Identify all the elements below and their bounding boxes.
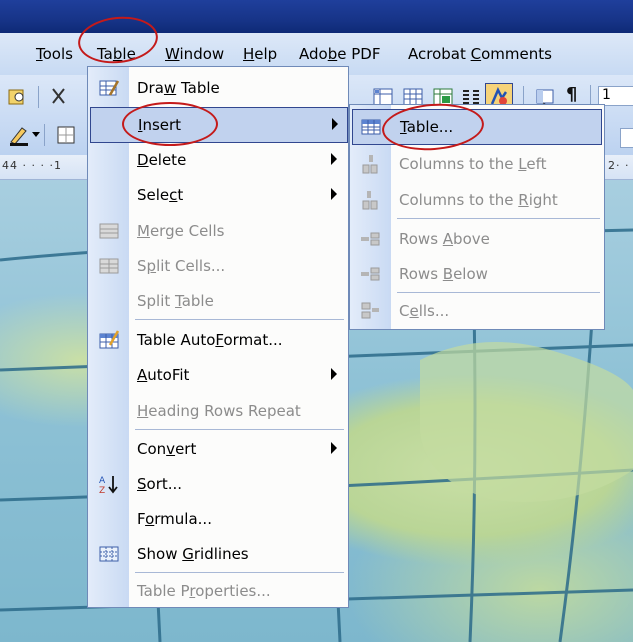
ruler-left-marks: 44 · · · ·1: [2, 159, 62, 172]
menu-label: Rows Above: [399, 230, 490, 248]
menu-label: Select: [137, 186, 184, 204]
split-cells-icon: [99, 258, 119, 274]
menu-label: Table Properties...: [137, 582, 271, 600]
menu-label: Draw Table: [137, 79, 220, 97]
columns-left-icon: [362, 155, 378, 174]
menu-item-sort[interactable]: A Z Sort...: [88, 466, 348, 502]
submenu-item-columns-left[interactable]: Columns to the Left: [350, 146, 604, 182]
menu-separator: [397, 218, 600, 219]
table-menu: Draw Table Insert Delete Select Merge Ce…: [87, 66, 349, 608]
draw-pencil-icon[interactable]: [8, 124, 30, 146]
menu-label: Convert: [137, 440, 197, 458]
submenu-arrow-icon: [332, 118, 338, 130]
submenu-item-rows-above[interactable]: Rows Above: [350, 221, 604, 257]
toolbar-separator: [38, 86, 39, 108]
research-icon[interactable]: [6, 86, 28, 108]
menu-label: Merge Cells: [137, 222, 225, 240]
submenu-item-cells[interactable]: Cells...: [350, 293, 604, 329]
menu-item-table-autoformat[interactable]: Table AutoFormat...: [88, 322, 348, 358]
menu-label: Heading Rows Repeat: [137, 402, 301, 420]
menu-label: Cells...: [399, 302, 450, 320]
columns-right-icon: [362, 191, 378, 210]
menu-separator: [135, 319, 344, 320]
menu-item-autofit[interactable]: AutoFit: [88, 357, 348, 393]
menu-label: Split Table: [137, 292, 214, 310]
menu-item-delete[interactable]: Delete: [88, 142, 348, 178]
menu-label: Split Cells...: [137, 257, 226, 275]
svg-text:A: A: [99, 476, 106, 486]
menu-separator: [135, 429, 344, 430]
menu-item-table-properties[interactable]: Table Properties...: [88, 573, 348, 609]
menu-item-split-table[interactable]: Split Table: [88, 283, 348, 319]
menu-item-formula[interactable]: Formula...: [88, 501, 348, 537]
menu-label: Delete: [137, 151, 187, 169]
sort-icon: A Z: [99, 476, 118, 495]
menu-item-merge-cells[interactable]: Merge Cells: [88, 213, 348, 249]
menu-window[interactable]: Window: [165, 45, 224, 63]
menu-acrobat-comments[interactable]: Acrobat Comments: [408, 45, 552, 63]
svg-text:Z: Z: [99, 486, 105, 495]
gridlines-icon: [99, 546, 119, 562]
menu-label: Sort...: [137, 475, 183, 493]
menu-item-select[interactable]: Select: [88, 177, 348, 213]
menu-help[interactable]: Help: [243, 45, 277, 63]
cells-icon: [361, 302, 379, 319]
menu-item-split-cells[interactable]: Split Cells...: [88, 248, 348, 284]
toolbar-field[interactable]: [620, 128, 633, 148]
menu-item-convert[interactable]: Convert: [88, 431, 348, 467]
submenu-arrow-icon: [331, 188, 337, 200]
merge-cells-icon: [99, 223, 119, 239]
submenu-arrow-icon: [331, 153, 337, 165]
draw-table-icon: [99, 80, 120, 96]
show-hide-formatting-icon[interactable]: ¶: [566, 84, 577, 105]
autoformat-icon: [99, 330, 120, 349]
submenu-item-columns-right[interactable]: Columns to the Right: [350, 182, 604, 218]
menu-item-draw-table[interactable]: Draw Table: [88, 70, 348, 106]
menu-label: Columns to the Left: [399, 155, 547, 173]
chevron-down-icon[interactable]: [32, 132, 40, 137]
menu-label: Show Gridlines: [137, 545, 249, 563]
borders-icon[interactable]: [55, 124, 77, 146]
menu-item-heading-rows-repeat[interactable]: Heading Rows Repeat: [88, 393, 348, 429]
insert-table-icon: [361, 119, 381, 135]
submenu-arrow-icon: [331, 442, 337, 454]
menu-label: AutoFit: [137, 366, 190, 384]
submenu-item-rows-below[interactable]: Rows Below: [350, 256, 604, 292]
rows-below-icon: [361, 267, 380, 281]
submenu-arrow-icon: [331, 368, 337, 380]
word-window: Tools Table Window Help Adobe PDF Acroba…: [0, 0, 633, 642]
menu-label: Rows Below: [399, 265, 488, 283]
menu-label: Table AutoFormat...: [137, 331, 283, 349]
toolbar-separator: [44, 124, 45, 146]
menu-tools[interactable]: Tools: [36, 45, 73, 63]
zoom-value: 1: [602, 87, 611, 103]
menu-label: Columns to the Right: [399, 191, 558, 209]
menu-adobe-pdf[interactable]: Adobe PDF: [299, 45, 380, 63]
menu-item-show-gridlines[interactable]: Show Gridlines: [88, 536, 348, 572]
ruler-right-marks: 2· ·: [608, 159, 630, 172]
cut-icon[interactable]: [48, 86, 70, 108]
menu-label: Formula...: [137, 510, 212, 528]
rows-above-icon: [361, 232, 380, 246]
annotation-circle-insert: [122, 102, 218, 146]
